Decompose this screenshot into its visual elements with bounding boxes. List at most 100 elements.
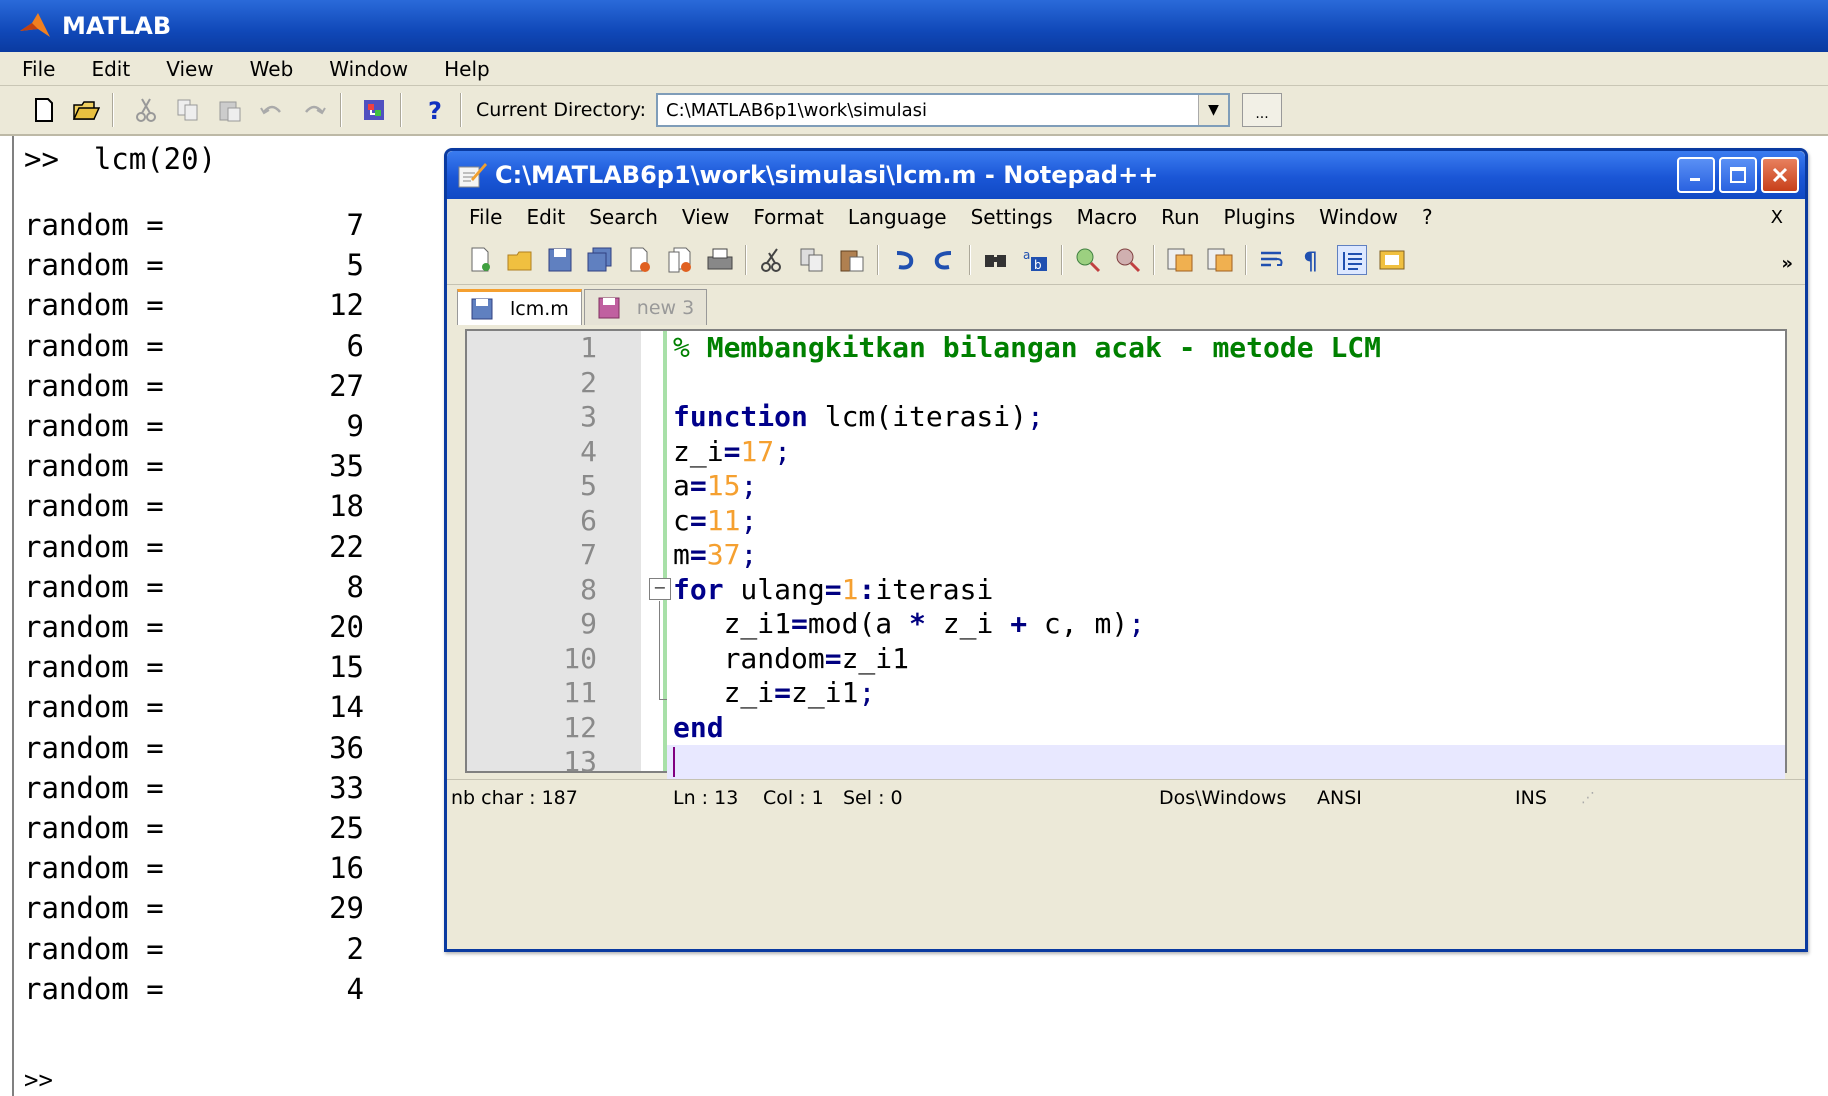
output-label: random = [24, 368, 164, 403]
code-line: 4 z_i=17; [580, 434, 792, 468]
npp-menu-plugins[interactable]: Plugins [1212, 205, 1308, 229]
output-value: 7 [346, 208, 364, 242]
current-directory-input[interactable]: C:\MATLAB6p1\work\simulasi ▼ [656, 93, 1230, 127]
menu-window[interactable]: Window [307, 57, 422, 81]
zoom-in-icon[interactable] [1073, 245, 1103, 275]
sync-horizontal-icon[interactable] [1205, 245, 1235, 275]
code-line: 7 m=37; [580, 538, 758, 571]
simulink-icon[interactable] [356, 92, 392, 128]
cut-icon[interactable] [757, 245, 787, 275]
close-file-icon[interactable] [625, 245, 655, 275]
svg-text:b: b [1034, 258, 1042, 272]
npp-menu-view[interactable]: View [670, 205, 741, 229]
output-value: 20 [329, 610, 364, 644]
toolbar-separator [460, 93, 462, 127]
close-button[interactable] [1761, 157, 1799, 193]
npp-menu-search[interactable]: Search [577, 205, 670, 229]
copy-icon[interactable] [797, 245, 827, 275]
npp-menu-edit[interactable]: Edit [514, 205, 577, 229]
sync-vertical-icon[interactable] [1165, 245, 1195, 275]
menu-edit[interactable]: Edit [69, 57, 144, 81]
output-row: random = 2 [24, 932, 364, 966]
npp-menu-macro[interactable]: Macro [1065, 205, 1150, 229]
output-row: random = 22 [24, 530, 364, 564]
menu-view[interactable]: View [144, 57, 227, 81]
status-encoding: ANSI [1317, 786, 1362, 809]
tab-lcm-m[interactable]: lcm.m [457, 289, 582, 325]
code-line: 11 z_i=z_i1; [563, 676, 876, 709]
fold-line [659, 601, 660, 699]
find-icon[interactable] [981, 245, 1011, 275]
replace-icon[interactable]: ab [1021, 245, 1051, 275]
saved-file-icon [471, 298, 493, 319]
notepad-menu-bar: File Edit Search View Format Language Se… [447, 199, 1805, 235]
output-row: random = 8 [24, 570, 364, 604]
maximize-button[interactable] [1719, 157, 1757, 193]
minimize-button[interactable] [1677, 157, 1715, 193]
new-file-icon[interactable] [465, 245, 495, 275]
copy-icon[interactable] [170, 92, 206, 128]
menu-help[interactable]: Help [422, 57, 504, 81]
open-file-icon[interactable] [505, 245, 535, 275]
cut-icon[interactable] [128, 92, 164, 128]
undo-icon[interactable] [889, 245, 919, 275]
redo-icon[interactable] [296, 92, 332, 128]
user-language-icon[interactable] [1377, 245, 1407, 275]
npp-menu-language[interactable]: Language [836, 205, 959, 229]
notepad-title-bar[interactable]: C:\MATLAB6p1\work\simulasi\lcm.m - Notep… [447, 151, 1805, 199]
save-icon[interactable] [545, 245, 575, 275]
code-editor[interactable]: 1% Membangkitkan bilangan acak - metode … [465, 329, 1787, 780]
output-row: random = 7 [24, 208, 364, 242]
npp-menu-settings[interactable]: Settings [959, 205, 1065, 229]
print-icon[interactable] [705, 245, 735, 275]
output-label: random = [24, 931, 164, 966]
output-value: 18 [329, 489, 364, 524]
command-window[interactable]: >> lcm(20) random = 7 random = 5 random = 12 r… [12, 136, 442, 1096]
browse-button[interactable]: ... [1242, 93, 1282, 127]
npp-menu-help[interactable]: ? [1410, 205, 1445, 229]
status-eol: Dos\Windows [1159, 786, 1287, 809]
command-prompt[interactable]: >> [24, 1066, 53, 1094]
output-row: random = 33 [24, 771, 364, 805]
menu-web[interactable]: Web [228, 57, 308, 81]
chevron-down-icon[interactable]: ▼ [1198, 95, 1228, 125]
output-value: 5 [346, 248, 364, 283]
open-folder-icon[interactable] [68, 92, 104, 128]
output-row: random = 16 [24, 851, 364, 885]
redo-icon[interactable] [929, 245, 959, 275]
output-value: 9 [346, 409, 364, 443]
npp-menu-window[interactable]: Window [1307, 205, 1410, 229]
paste-icon[interactable] [837, 245, 867, 275]
npp-menu-file[interactable]: File [457, 205, 514, 229]
output-row: random = 18 [24, 489, 364, 523]
output-label: random = [24, 569, 164, 604]
word-wrap-icon[interactable] [1257, 245, 1287, 275]
status-column: Col : 1 [763, 786, 824, 809]
matlab-logo-icon [20, 13, 50, 37]
zoom-out-icon[interactable] [1113, 245, 1143, 275]
save-all-icon[interactable] [585, 245, 615, 275]
undo-icon[interactable] [254, 92, 290, 128]
status-bar: nb char : 187 Ln : 13 Col : 1 Sel : 0 Do… [447, 779, 1805, 815]
code-line: 10 random=z_i1 [563, 641, 910, 675]
toolbar-overflow-icon[interactable]: » [1781, 253, 1793, 274]
code-line: 2 [580, 365, 597, 399]
status-line: Ln : 13 [673, 786, 739, 809]
npp-menu-format[interactable]: Format [741, 205, 835, 229]
paste-icon[interactable] [212, 92, 248, 128]
menu-file[interactable]: File [0, 57, 69, 81]
notepad-window: C:\MATLAB6p1\work\simulasi\lcm.m - Notep… [444, 148, 1808, 952]
close-document-button[interactable]: X [1759, 207, 1795, 228]
resize-grip-icon[interactable]: ⋰ [1581, 790, 1595, 806]
close-all-icon[interactable] [665, 245, 695, 275]
tab-new-3[interactable]: new 3 [583, 289, 708, 325]
new-file-icon[interactable] [26, 92, 62, 128]
indent-guide-icon[interactable] [1337, 244, 1367, 275]
help-icon[interactable]: ? [416, 92, 452, 128]
output-value: 35 [329, 449, 364, 484]
show-all-chars-icon[interactable]: ¶ [1297, 245, 1327, 275]
code-line: 5 a=15; [580, 469, 758, 502]
npp-menu-run[interactable]: Run [1149, 205, 1211, 229]
output-value: 27 [329, 368, 364, 403]
fold-toggle-icon[interactable]: − [649, 578, 671, 600]
